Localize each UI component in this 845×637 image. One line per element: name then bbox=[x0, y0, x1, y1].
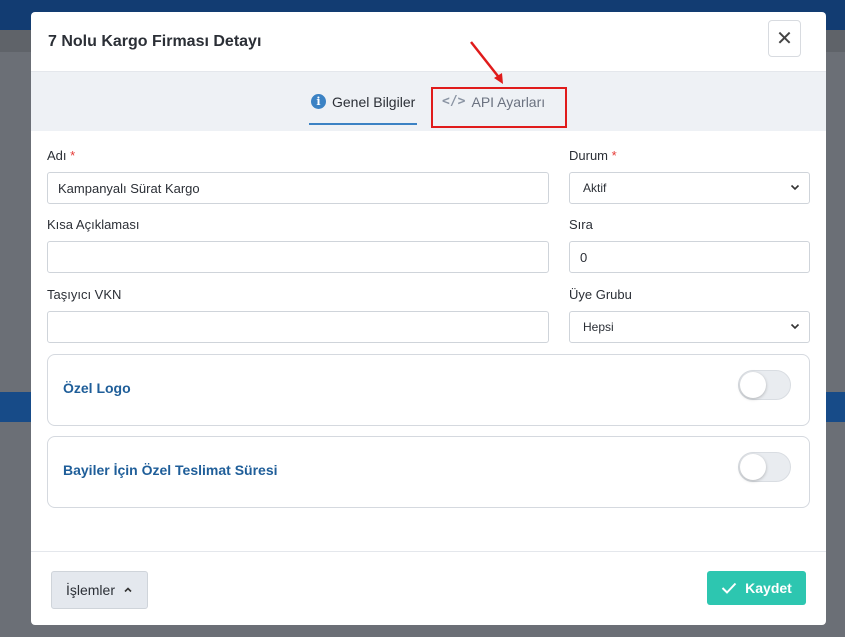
sira-value: 0 bbox=[580, 249, 588, 265]
adi-input[interactable]: Kampanyalı Sürat Kargo bbox=[47, 172, 549, 204]
cargo-detail-modal: 7 Nolu Kargo Firması Detayı ✕ i Genel Bi… bbox=[31, 12, 826, 625]
tasiyici-vkn-input[interactable] bbox=[47, 311, 549, 343]
uye-grubu-label: Üye Grubu bbox=[569, 287, 632, 302]
kaydet-button[interactable]: Kaydet bbox=[707, 571, 806, 605]
bayi-teslimat-card: Bayiler İçin Özel Teslimat Süresi bbox=[47, 436, 810, 508]
bayi-teslimat-label: Bayiler İçin Özel Teslimat Süresi bbox=[63, 462, 278, 478]
uye-grubu-select[interactable]: Hepsi bbox=[569, 311, 810, 343]
kaydet-label: Kaydet bbox=[745, 580, 792, 596]
active-tab-indicator bbox=[309, 123, 418, 125]
adi-value: Kampanyalı Sürat Kargo bbox=[58, 180, 200, 196]
bayi-teslimat-toggle[interactable] bbox=[738, 452, 791, 482]
chevron-down-icon bbox=[790, 323, 800, 330]
close-icon: ✕ bbox=[776, 28, 793, 50]
modal-header: 7 Nolu Kargo Firması Detayı ✕ bbox=[31, 12, 826, 72]
sira-label: Sıra bbox=[569, 217, 593, 232]
islemler-label: İşlemler bbox=[65, 582, 115, 598]
chevron-down-icon bbox=[790, 184, 800, 191]
modal-footer: İşlemler Kaydet bbox=[31, 551, 826, 625]
tasiyici-vkn-label: Taşıyıcı VKN bbox=[47, 287, 122, 302]
sira-input[interactable]: 0 bbox=[569, 241, 810, 273]
durum-value: Aktif bbox=[583, 181, 607, 195]
toggle-knob bbox=[740, 372, 766, 398]
close-button[interactable]: ✕ bbox=[768, 20, 801, 57]
checkmark-icon bbox=[721, 582, 737, 594]
ozel-logo-toggle[interactable] bbox=[738, 370, 791, 400]
annotation-arrow-icon bbox=[470, 41, 503, 84]
tab-label: Genel Bilgiler bbox=[332, 93, 416, 110]
tab-bar: i Genel Bilgiler </> API Ayarları bbox=[31, 72, 826, 131]
tab-genel-bilgiler[interactable]: i Genel Bilgiler bbox=[309, 72, 418, 131]
uye-grubu-value: Hepsi bbox=[583, 320, 614, 334]
kisa-aciklama-label: Kısa Açıklaması bbox=[47, 217, 140, 232]
toggle-knob bbox=[740, 454, 766, 480]
modal-title: 7 Nolu Kargo Firması Detayı bbox=[48, 33, 262, 50]
durum-label: Durum * bbox=[569, 148, 617, 163]
ozel-logo-label: Özel Logo bbox=[63, 380, 131, 396]
ozel-logo-card: Özel Logo bbox=[47, 354, 810, 426]
info-icon: i bbox=[311, 94, 326, 109]
kisa-aciklama-input[interactable] bbox=[47, 241, 549, 273]
adi-label: Adı * bbox=[47, 148, 76, 163]
durum-select[interactable]: Aktif bbox=[569, 172, 810, 204]
background-accent-right bbox=[826, 392, 845, 422]
chevron-up-icon bbox=[124, 587, 132, 593]
islemler-button[interactable]: İşlemler bbox=[51, 571, 148, 609]
annotation-highlight-box bbox=[431, 87, 567, 128]
